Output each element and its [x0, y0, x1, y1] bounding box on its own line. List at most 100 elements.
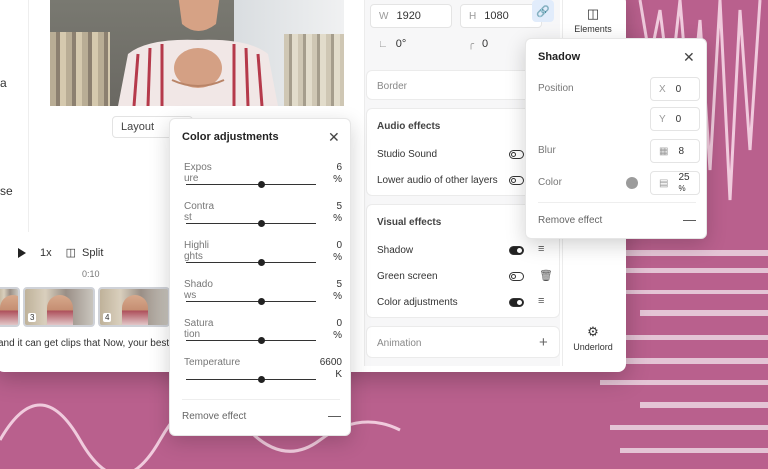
remove-effect-button[interactable]: Remove effect: [182, 411, 246, 422]
timecode: 0:10: [82, 269, 100, 279]
add-icon[interactable]: +: [539, 334, 548, 351]
sliders-icon[interactable]: ≡: [538, 295, 544, 307]
lock-aspect-button[interactable]: 🔗: [532, 0, 554, 22]
color-adjustments-toggle[interactable]: [509, 298, 524, 307]
elements-label: Elements: [574, 24, 612, 34]
color-adjustments-popup: Color adjustments ✕ Exposure 6% Contrast…: [169, 118, 351, 436]
rotation-input[interactable]: ∟ 0°: [370, 32, 452, 56]
clip-number: 3: [28, 313, 37, 322]
slider-knob[interactable]: [258, 181, 266, 188]
link-icon: 🔗: [536, 5, 550, 18]
transport-controls: 1x ◫ Split: [18, 246, 103, 259]
width-label: W: [379, 10, 389, 22]
highlights-label: Highlights: [184, 240, 210, 262]
playback-speed[interactable]: 1x: [40, 247, 52, 259]
timeline-clip[interactable]: [0, 287, 20, 327]
close-icon[interactable]: ✕: [683, 50, 695, 64]
slider-knob[interactable]: [258, 220, 266, 227]
lower-audio-toggle[interactable]: [509, 176, 524, 185]
slider-track: [186, 298, 316, 305]
clip-number: 4: [103, 313, 112, 322]
temperature-label: Temperature: [184, 357, 241, 368]
exposure-slider[interactable]: Exposure 6%: [184, 162, 342, 198]
studio-sound-toggle[interactable]: [509, 150, 524, 159]
animation-title: Animation: [377, 338, 422, 349]
timeline-clips: 3 4: [0, 287, 170, 327]
y-label: Y: [659, 113, 666, 125]
border-title: Border: [377, 81, 408, 92]
shadow-color-swatch[interactable]: [626, 177, 638, 189]
contrast-slider[interactable]: Contrast 5%: [184, 201, 342, 237]
visual-effects-title: Visual effects: [377, 217, 442, 228]
color-adjustments-title: Color adjustments: [182, 131, 279, 143]
bookshelf-left: [50, 32, 110, 106]
slider-track: [186, 181, 316, 188]
shadow-blur-input[interactable]: ▦ 8: [650, 139, 700, 163]
width-value: 1920: [396, 10, 421, 22]
timeline-clip[interactable]: 4: [98, 287, 170, 327]
slider-knob[interactable]: [258, 259, 266, 266]
height-input[interactable]: H 1080: [460, 4, 542, 28]
temperature-value: 6600 K: [319, 357, 342, 380]
underlord-label: Underlord: [573, 342, 613, 352]
position-label: Position: [538, 83, 574, 94]
y-value: 0: [675, 113, 682, 125]
green-screen-toggle[interactable]: [509, 272, 524, 281]
corner-radius-value: 0: [482, 38, 489, 50]
close-icon[interactable]: ✕: [328, 130, 340, 144]
tab-layout[interactable]: Layout: [113, 117, 162, 137]
shadow-effect-label: Shadow: [377, 245, 414, 256]
video-preview[interactable]: [50, 0, 344, 106]
shadows-slider[interactable]: Shadows 5%: [184, 279, 342, 315]
person-figure: [118, 0, 278, 106]
contrast-label: Contrast: [184, 201, 215, 223]
elements-icon: ◫: [586, 6, 600, 21]
x-value: 0: [675, 83, 682, 95]
shadow-x-input[interactable]: X0: [650, 77, 700, 101]
play-icon[interactable]: [18, 247, 26, 258]
bookshelf-right: [284, 34, 344, 106]
left-text-fragment: a: [0, 76, 7, 90]
blur-value: 8: [678, 145, 685, 157]
saturation-value: 0%: [333, 318, 342, 341]
panel-divider: [28, 0, 29, 232]
shadow-y-input[interactable]: Y0: [650, 107, 700, 131]
slider-track: [186, 220, 316, 227]
rotation-inputs: ∟ 0° ╭ 0: [370, 32, 542, 56]
slider-knob[interactable]: [258, 298, 266, 305]
shadow-popup: Shadow ✕ Position X0 Y0 Blur ▦ 8 Color ▤ 2…: [525, 38, 707, 239]
elements-button[interactable]: ◫ Elements: [563, 6, 623, 34]
sliders-icon[interactable]: ≡: [538, 243, 544, 255]
trash-icon[interactable]: 🗑: [539, 269, 553, 282]
timeline-clip[interactable]: 3: [23, 287, 95, 327]
shadow-toggle[interactable]: [509, 246, 524, 255]
left-text-fragment: se: [0, 184, 13, 198]
temperature-slider[interactable]: Temperature 6600 K: [184, 357, 342, 393]
studio-sound-label: Studio Sound: [377, 149, 438, 160]
underlord-button[interactable]: ⚙ Underlord: [563, 324, 623, 352]
saturation-slider[interactable]: Saturation 0%: [184, 318, 342, 354]
height-value: 1080: [484, 10, 509, 22]
height-label: H: [469, 10, 477, 22]
slider-track: [186, 259, 316, 266]
blur-label: Blur: [538, 145, 556, 156]
size-inputs: W 1920 H 1080: [370, 4, 542, 28]
shadow-title: Shadow: [538, 51, 581, 63]
minus-icon[interactable]: —: [328, 408, 341, 423]
contrast-value: 5%: [333, 201, 342, 224]
width-input[interactable]: W 1920: [370, 4, 452, 28]
caption-track[interactable]: and it can get clips that Now, your best…: [0, 338, 194, 349]
highlights-slider[interactable]: Highlights 0%: [184, 240, 342, 276]
robot-icon: ⚙: [587, 324, 599, 339]
split-label: Split: [82, 247, 104, 259]
remove-effect-button[interactable]: Remove effect: [538, 215, 602, 226]
audio-effects-title: Audio effects: [377, 121, 441, 132]
slider-knob[interactable]: [258, 376, 266, 383]
minus-icon[interactable]: —: [683, 212, 696, 227]
highlights-value: 0%: [333, 240, 342, 263]
animation-card[interactable]: Animation +: [366, 326, 560, 358]
exposure-value: 6%: [333, 162, 342, 185]
split-button[interactable]: ◫ Split: [66, 246, 104, 259]
shadow-opacity-input[interactable]: ▤ 25%: [650, 171, 700, 195]
slider-knob[interactable]: [258, 337, 266, 344]
